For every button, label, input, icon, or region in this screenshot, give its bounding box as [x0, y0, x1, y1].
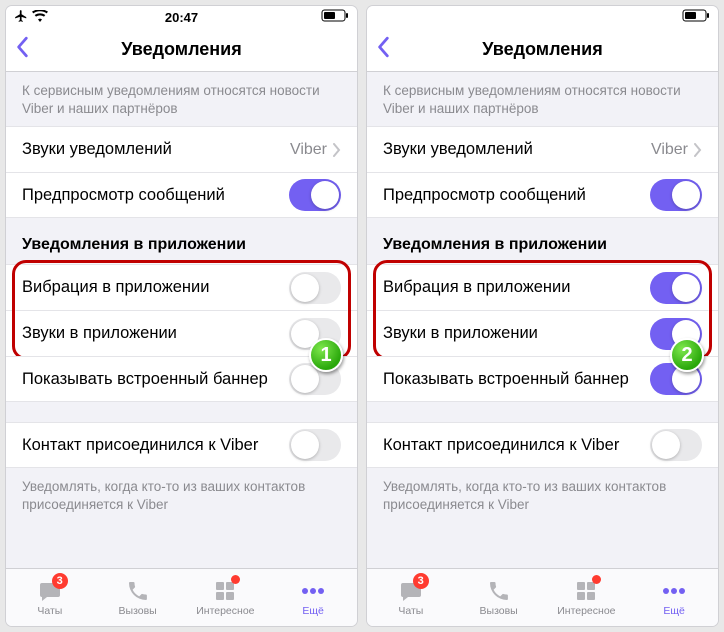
builtin-banner-label: Показывать встроенный баннер	[22, 370, 289, 389]
tab-bar: 3 Чаты Вызовы Интересное Ещё	[6, 568, 357, 626]
tab-bar: 3 Чаты Вызовы Интересное Ещё	[367, 568, 718, 626]
more-icon	[300, 579, 326, 603]
tab-interesting[interactable]: Интересное	[182, 569, 270, 626]
wifi-icon	[32, 10, 48, 25]
message-preview-toggle[interactable]	[650, 179, 702, 211]
nav-bar: Уведомления	[367, 28, 718, 72]
notification-sounds-value: Viber	[651, 141, 688, 159]
tab-calls-label: Вызовы	[119, 605, 157, 617]
message-preview-label: Предпросмотр сообщений	[383, 186, 650, 205]
service-notifications-footer: К сервисным уведомлениям относятся новос…	[367, 72, 718, 126]
interesting-dot	[231, 575, 240, 584]
page-title: Уведомления	[6, 39, 357, 60]
chevron-right-icon	[694, 143, 702, 157]
step-badge: 1	[309, 338, 343, 372]
chats-badge: 3	[413, 573, 429, 589]
inapp-sounds-label: Звуки в приложении	[383, 324, 650, 343]
contact-joined-footer: Уведомлять, когда кто-то из ваших контак…	[6, 468, 357, 522]
notification-sounds-label: Звуки уведомлений	[22, 140, 290, 159]
inapp-vibration-row[interactable]: Вибрация в приложении	[367, 264, 718, 310]
inapp-header: Уведомления в приложении	[367, 218, 718, 264]
contact-joined-label: Контакт присоединился к Viber	[383, 436, 650, 455]
calls-icon	[486, 579, 512, 603]
contact-joined-row[interactable]: Контакт присоединился к Viber	[6, 422, 357, 468]
tab-chats-label: Чаты	[398, 605, 423, 617]
tab-calls[interactable]: Вызовы	[94, 569, 182, 626]
settings-list: К сервисным уведомлениям относятся новос…	[6, 72, 357, 568]
chats-badge: 3	[52, 573, 68, 589]
tab-interesting[interactable]: Интересное	[543, 569, 631, 626]
screen-left: 20:47 Уведомления К сервисным уведомлени…	[6, 6, 357, 626]
status-bar: 20:47	[367, 6, 718, 28]
chevron-right-icon	[333, 143, 341, 157]
inapp-sounds-row[interactable]: Звуки в приложении	[367, 310, 718, 356]
builtin-banner-label: Показывать встроенный баннер	[383, 370, 650, 389]
tab-interesting-label: Интересное	[196, 605, 254, 617]
battery-icon	[682, 9, 710, 25]
contact-joined-footer: Уведомлять, когда кто-то из ваших контак…	[367, 468, 718, 522]
inapp-vibration-label: Вибрация в приложении	[383, 278, 650, 297]
tab-more-label: Ещё	[663, 605, 684, 617]
service-notifications-footer: К сервисным уведомлениям относятся новос…	[6, 72, 357, 126]
tab-chats-label: Чаты	[37, 605, 62, 617]
tab-more[interactable]: Ещё	[269, 569, 357, 626]
message-preview-label: Предпросмотр сообщений	[22, 186, 289, 205]
message-preview-toggle[interactable]	[289, 179, 341, 211]
status-time: 20:47	[165, 10, 198, 25]
inapp-vibration-toggle[interactable]	[650, 272, 702, 304]
tab-more-label: Ещё	[302, 605, 323, 617]
back-button[interactable]	[377, 36, 391, 63]
builtin-banner-row[interactable]: Показывать встроенный баннер	[6, 356, 357, 402]
status-bar: 20:47	[6, 6, 357, 28]
inapp-vibration-row[interactable]: Вибрация в приложении	[6, 264, 357, 310]
more-icon	[661, 579, 687, 603]
notification-sounds-value: Viber	[290, 141, 327, 159]
interesting-dot	[592, 575, 601, 584]
message-preview-row[interactable]: Предпросмотр сообщений	[6, 172, 357, 218]
inapp-vibration-label: Вибрация в приложении	[22, 278, 289, 297]
tab-chats[interactable]: 3 Чаты	[367, 569, 455, 626]
back-button[interactable]	[16, 36, 30, 63]
calls-icon	[125, 579, 151, 603]
inapp-vibration-toggle[interactable]	[289, 272, 341, 304]
step-badge: 2	[670, 338, 704, 372]
tab-calls[interactable]: Вызовы	[455, 569, 543, 626]
notification-sounds-label: Звуки уведомлений	[383, 140, 651, 159]
tab-interesting-label: Интересное	[557, 605, 615, 617]
tab-chats[interactable]: 3 Чаты	[6, 569, 94, 626]
contact-joined-label: Контакт присоединился к Viber	[22, 436, 289, 455]
contact-joined-row[interactable]: Контакт присоединился к Viber	[367, 422, 718, 468]
nav-bar: Уведомления	[6, 28, 357, 72]
message-preview-row[interactable]: Предпросмотр сообщений	[367, 172, 718, 218]
contact-joined-toggle[interactable]	[650, 429, 702, 461]
screen-right: 20:47 Уведомления К сервисным уведомлени…	[367, 6, 718, 626]
battery-icon	[321, 9, 349, 25]
settings-list: К сервисным уведомлениям относятся новос…	[367, 72, 718, 568]
inapp-sounds-row[interactable]: Звуки в приложении	[6, 310, 357, 356]
contact-joined-toggle[interactable]	[289, 429, 341, 461]
inapp-sounds-label: Звуки в приложении	[22, 324, 289, 343]
airplane-icon	[14, 9, 28, 26]
notification-sounds-row[interactable]: Звуки уведомлений Viber	[367, 126, 718, 172]
tab-calls-label: Вызовы	[480, 605, 518, 617]
notification-sounds-row[interactable]: Звуки уведомлений Viber	[6, 126, 357, 172]
inapp-header: Уведомления в приложении	[6, 218, 357, 264]
page-title: Уведомления	[367, 39, 718, 60]
builtin-banner-row[interactable]: Показывать встроенный баннер	[367, 356, 718, 402]
tab-more[interactable]: Ещё	[630, 569, 718, 626]
